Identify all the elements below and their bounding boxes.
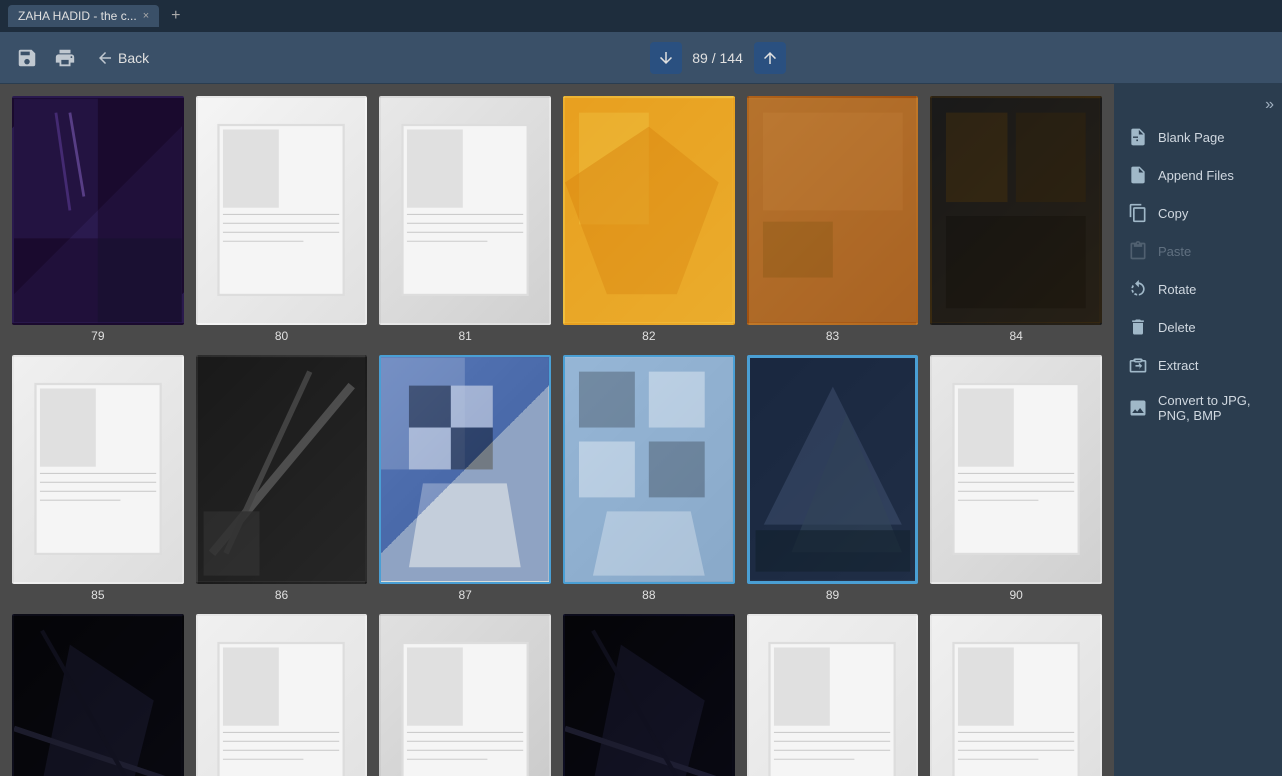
sidebar-item-label: Append Files xyxy=(1158,168,1234,183)
title-bar: ZAHA HADID - the c... × + xyxy=(0,0,1282,32)
sidebar-item-label: Blank Page xyxy=(1158,130,1225,145)
back-button[interactable]: Back xyxy=(88,45,157,71)
sidebar-item-label: Paste xyxy=(1158,244,1191,259)
page-thumbnail xyxy=(747,96,919,325)
sidebar-item-label: Delete xyxy=(1158,320,1196,335)
page-item[interactable]: 83 xyxy=(747,96,919,343)
page-item[interactable]: 86 xyxy=(196,355,368,602)
page-counter: 89 / 144 xyxy=(688,50,748,66)
page-item[interactable]: 96 xyxy=(930,614,1102,776)
page-thumbnail xyxy=(379,614,551,776)
new-tab-button[interactable]: + xyxy=(165,5,186,27)
page-item[interactable]: 82 xyxy=(563,96,735,343)
sidebar-item-convert[interactable]: Convert to JPG, PNG, BMP xyxy=(1114,384,1282,432)
sidebar-item-extract[interactable]: Extract xyxy=(1114,346,1282,384)
sidebar-item-delete[interactable]: Delete xyxy=(1114,308,1282,346)
blank-page-icon xyxy=(1128,127,1148,147)
page-number: 81 xyxy=(458,329,471,343)
append-icon xyxy=(1128,165,1148,185)
tab-label: ZAHA HADID - the c... xyxy=(18,9,137,23)
page-thumbnail xyxy=(379,96,551,325)
page-thumbnail xyxy=(196,355,368,584)
page-thumbnail xyxy=(930,96,1102,325)
page-thumbnail xyxy=(747,355,919,584)
convert-icon xyxy=(1128,398,1148,418)
page-number: 86 xyxy=(275,588,288,602)
page-grid: 7980818283848586878889909192939495969798… xyxy=(0,84,1114,776)
page-number: 90 xyxy=(1009,588,1022,602)
sidebar-item-blank-page[interactable]: Blank Page xyxy=(1114,118,1282,156)
page-thumbnail xyxy=(196,614,368,776)
page-item[interactable]: 90 xyxy=(930,355,1102,602)
page-number: 79 xyxy=(91,329,104,343)
page-number: 80 xyxy=(275,329,288,343)
sidebar-item-paste: Paste xyxy=(1114,232,1282,270)
page-item[interactable]: 88 xyxy=(563,355,735,602)
page-down-button[interactable] xyxy=(650,42,682,74)
save-button[interactable] xyxy=(12,43,42,73)
sidebar-item-copy[interactable]: Copy xyxy=(1114,194,1282,232)
print-button[interactable] xyxy=(50,43,80,73)
page-thumbnail xyxy=(747,614,919,776)
page-number: 84 xyxy=(1009,329,1022,343)
delete-icon xyxy=(1128,317,1148,337)
tab-close-button[interactable]: × xyxy=(143,10,149,22)
back-label: Back xyxy=(118,50,149,66)
page-thumbnail xyxy=(563,96,735,325)
page-item[interactable]: 93 xyxy=(379,614,551,776)
toolbar: Back 89 / 144 xyxy=(0,32,1282,84)
sidebar-collapse-button[interactable]: » xyxy=(1257,92,1282,118)
page-up-button[interactable] xyxy=(754,42,786,74)
main-area: 7980818283848586878889909192939495969798… xyxy=(0,84,1282,776)
page-number: 87 xyxy=(458,588,471,602)
page-thumbnail xyxy=(12,96,184,325)
sidebar-item-label: Extract xyxy=(1158,358,1198,373)
extract-icon xyxy=(1128,355,1148,375)
page-number: 88 xyxy=(642,588,655,602)
page-item[interactable]: 95 xyxy=(747,614,919,776)
sidebar: » Blank Page Append Files Copy Paste Rotate D… xyxy=(1114,84,1282,776)
page-thumbnail xyxy=(563,355,735,584)
page-navigation: 89 / 144 xyxy=(650,42,786,74)
page-item[interactable]: 80 xyxy=(196,96,368,343)
sidebar-item-rotate[interactable]: Rotate xyxy=(1114,270,1282,308)
page-thumbnail xyxy=(930,614,1102,776)
paste-icon xyxy=(1128,241,1148,261)
page-item[interactable]: 81 xyxy=(379,96,551,343)
page-item[interactable]: 85 xyxy=(12,355,184,602)
page-number: 85 xyxy=(91,588,104,602)
page-number: 82 xyxy=(642,329,655,343)
page-thumbnail xyxy=(930,355,1102,584)
browser-tab[interactable]: ZAHA HADID - the c... × xyxy=(8,5,159,27)
page-item[interactable]: 79 xyxy=(12,96,184,343)
copy-icon xyxy=(1128,203,1148,223)
page-number: 83 xyxy=(826,329,839,343)
page-thumbnail xyxy=(12,614,184,776)
page-thumbnail xyxy=(196,96,368,325)
page-thumbnail xyxy=(12,355,184,584)
page-item[interactable]: 87 xyxy=(379,355,551,602)
page-number: 89 xyxy=(826,588,839,602)
page-item[interactable]: 92 xyxy=(196,614,368,776)
sidebar-item-label: Copy xyxy=(1158,206,1188,221)
sidebar-item-label: Rotate xyxy=(1158,282,1196,297)
page-item[interactable]: 94 xyxy=(563,614,735,776)
rotate-icon xyxy=(1128,279,1148,299)
page-item[interactable]: 89 xyxy=(747,355,919,602)
sidebar-item-label: Convert to JPG, PNG, BMP xyxy=(1158,393,1268,423)
page-item[interactable]: 84 xyxy=(930,96,1102,343)
page-thumbnail xyxy=(379,355,551,584)
page-thumbnail xyxy=(563,614,735,776)
page-item[interactable]: 91 xyxy=(12,614,184,776)
sidebar-item-append-files[interactable]: Append Files xyxy=(1114,156,1282,194)
